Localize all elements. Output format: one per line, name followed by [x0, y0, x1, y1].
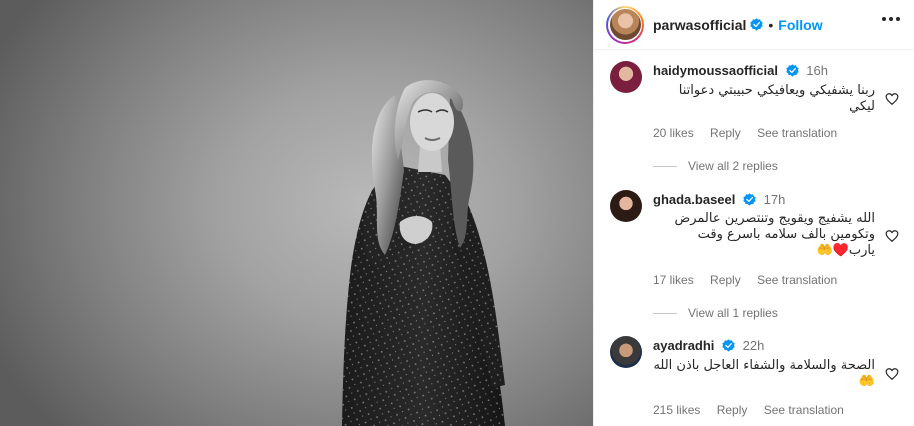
- likes-count[interactable]: 215 likes: [653, 403, 700, 417]
- comment-meta: 215 likes Reply See translation: [653, 403, 857, 417]
- comment-username[interactable]: haidymoussaofficial: [653, 63, 778, 78]
- author-avatar-border: [608, 7, 642, 42]
- follow-button[interactable]: Follow: [778, 17, 822, 33]
- comment-username-row: ghada.baseel 17h: [653, 192, 785, 207]
- verified-badge-icon: [750, 18, 764, 31]
- commenter-avatar[interactable]: [610, 61, 642, 93]
- comment-time[interactable]: 16h: [806, 63, 828, 78]
- commenter-avatar[interactable]: [610, 336, 642, 368]
- comment-text: ربنا يشفيكي ويعافيكي حبيبتي دعواتنا ليكي: [678, 83, 875, 114]
- replies-divider: [653, 312, 677, 314]
- view-replies-label: View all 2 replies: [688, 159, 778, 173]
- likes-count[interactable]: 17 likes: [653, 273, 694, 287]
- post-header: parwasofficial • Follow: [594, 0, 914, 50]
- post-viewer: parwasofficial • Follow haidymoussaoffic…: [0, 0, 914, 426]
- reply-button[interactable]: Reply: [717, 403, 748, 417]
- verified-badge-icon: [785, 64, 799, 77]
- likes-count[interactable]: 20 likes: [653, 126, 694, 140]
- comments-panel: parwasofficial • Follow haidymoussaoffic…: [593, 0, 914, 426]
- heart-icon[interactable]: [885, 92, 899, 106]
- view-replies-label: View all 1 replies: [688, 306, 778, 320]
- comment-meta: 17 likes Reply See translation: [653, 273, 850, 287]
- author-avatar-image: [609, 9, 641, 40]
- comment-text: الله يشفيج ويقويج وتنتصرين عالمرض وتكومي…: [674, 211, 875, 258]
- replies-divider: [653, 165, 677, 167]
- view-replies-button[interactable]: View all 2 replies: [653, 159, 778, 173]
- see-translation-link[interactable]: See translation: [757, 126, 837, 140]
- verified-badge-icon: [743, 193, 756, 206]
- comment-username[interactable]: ayadradhi: [653, 338, 714, 353]
- comment-username-row: ayadradhi 22h: [653, 338, 764, 353]
- comment-time[interactable]: 22h: [743, 338, 765, 353]
- author-avatar[interactable]: [606, 5, 644, 44]
- heart-icon[interactable]: [885, 229, 899, 243]
- comment-item: ayadradhi 22h الصحة والسلامة والشفاء الع…: [594, 330, 914, 426]
- more-options-icon[interactable]: [882, 17, 900, 21]
- post-photo[interactable]: [0, 0, 593, 426]
- comment-meta: 20 likes Reply See translation: [653, 126, 850, 140]
- author-username[interactable]: parwasofficial: [653, 17, 746, 33]
- comment-text: الصحة والسلامة والشفاء العاجل باذن الله …: [653, 358, 875, 389]
- see-translation-link[interactable]: See translation: [757, 273, 837, 287]
- comment-time[interactable]: 17h: [764, 192, 786, 207]
- comment-item: ghada.baseel 17h الله يشفيج ويقويج وتنتص…: [594, 187, 914, 327]
- reply-button[interactable]: Reply: [710, 273, 741, 287]
- comment-username[interactable]: ghada.baseel: [653, 192, 735, 207]
- see-translation-link[interactable]: See translation: [764, 403, 844, 417]
- reply-button[interactable]: Reply: [710, 126, 741, 140]
- comment-item: haidymoussaofficial 16h ربنا يشفيكي ويعا…: [594, 52, 914, 187]
- view-replies-button[interactable]: View all 1 replies: [653, 306, 778, 320]
- heart-icon[interactable]: [885, 367, 899, 381]
- header-separator: •: [768, 16, 774, 33]
- commenter-avatar[interactable]: [610, 190, 642, 222]
- photo-illustration: [342, 80, 505, 426]
- comment-username-row: haidymoussaofficial 16h: [653, 63, 828, 78]
- verified-badge-icon: [722, 339, 735, 352]
